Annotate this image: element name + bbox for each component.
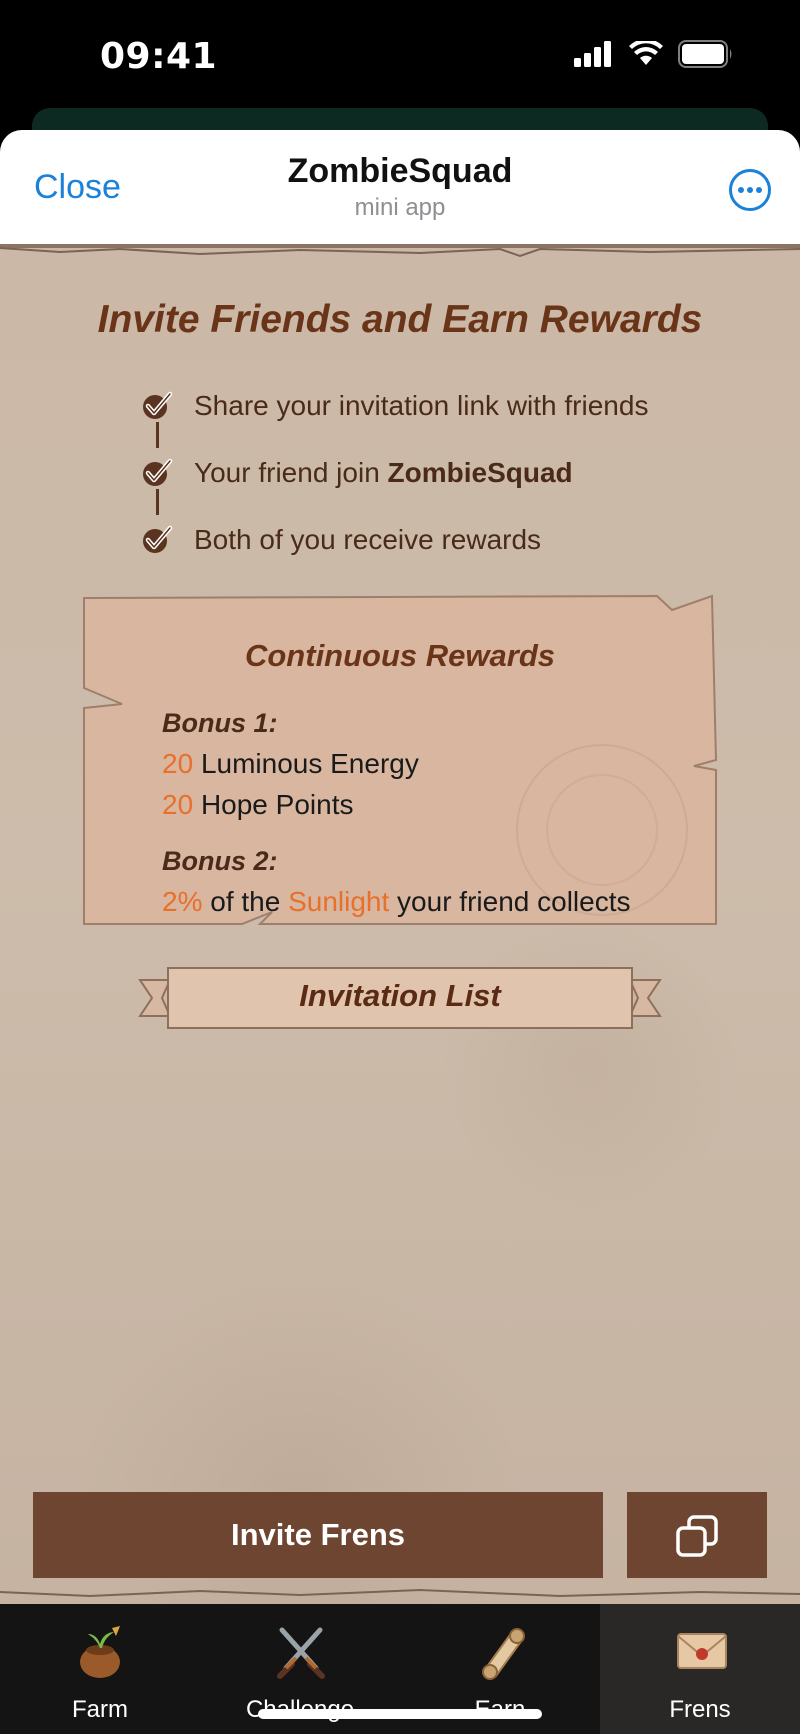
bonus-name: Luminous Energy bbox=[200, 748, 419, 779]
parchment-edge bbox=[0, 1588, 800, 1598]
step-text: Share your invitation link with friends bbox=[194, 390, 649, 421]
step-text-prefix: Your friend join bbox=[194, 457, 388, 488]
bonus1-item: 20 Hope Points bbox=[162, 789, 353, 821]
status-bar: 09:41 bbox=[0, 0, 800, 118]
app-name-bold: ZombieSquad bbox=[387, 457, 573, 488]
status-icons bbox=[574, 40, 734, 68]
crossed-swords-icon bbox=[277, 1627, 325, 1679]
bonus1-label: Bonus 1: bbox=[162, 708, 278, 738]
bonus2-text: 2% of the Sunlight your friend collects bbox=[162, 886, 631, 918]
screen: 09:41 Close ZombieSquad mini app Invite … bbox=[0, 0, 800, 1734]
bonus2-label: Bonus 2: bbox=[162, 846, 278, 876]
step-text: Both of you receive rewards bbox=[194, 524, 542, 555]
step-item: Your friend join ZombieSquad bbox=[140, 441, 740, 508]
bonus2-percent: 2% bbox=[162, 886, 203, 917]
main-content: Invite Friends and Earn Rewards Share yo… bbox=[0, 244, 800, 1604]
step-item: Share your invitation link with friends bbox=[140, 374, 740, 441]
bonus2-text-a: of the bbox=[202, 886, 289, 917]
nav-item-farm[interactable]: Farm bbox=[0, 1604, 200, 1734]
copy-icon bbox=[676, 1515, 718, 1557]
bonus2-text-b: your friend collects bbox=[389, 886, 631, 917]
rewards-title: Continuous Rewards bbox=[244, 638, 555, 673]
status-time: 09:41 bbox=[100, 36, 218, 77]
bonus-amount: 20 bbox=[162, 789, 194, 820]
bonus-amount: 20 bbox=[162, 748, 194, 779]
bonus1-item: 20 Luminous Energy bbox=[162, 748, 419, 780]
scroll-icon bbox=[482, 1628, 525, 1680]
nav-label: Farm bbox=[72, 1696, 128, 1723]
envelope-icon bbox=[677, 1633, 727, 1669]
check-icon bbox=[143, 391, 173, 419]
home-indicator bbox=[258, 1709, 542, 1719]
app-subtitle: mini app bbox=[354, 194, 446, 221]
wifi-icon bbox=[629, 41, 663, 65]
mini-app-header: Close ZombieSquad mini app bbox=[0, 130, 800, 244]
more-icon[interactable] bbox=[728, 168, 772, 212]
copy-link-button[interactable] bbox=[627, 1492, 767, 1578]
invitation-list-title: Invitation List bbox=[299, 978, 501, 1013]
bonus-name: Hope Points bbox=[200, 789, 354, 820]
check-icon bbox=[143, 458, 173, 486]
steps-list: Share your invitation link with friends … bbox=[140, 374, 740, 575]
parchment-edge bbox=[0, 244, 800, 258]
check-icon bbox=[143, 525, 173, 553]
step-item: Both of you receive rewards bbox=[140, 508, 740, 575]
seed-pot-icon bbox=[80, 1626, 120, 1678]
main-heading: Invite Friends and Earn Rewards bbox=[97, 298, 703, 341]
nav-label: Frens bbox=[669, 1696, 731, 1723]
battery-icon bbox=[678, 40, 732, 68]
invite-frens-button[interactable]: Invite Frens bbox=[33, 1492, 603, 1578]
invitation-list-banner: Invitation List bbox=[138, 962, 662, 1034]
bonus2-highlight: Sunlight bbox=[288, 886, 390, 917]
step-text: Your friend join ZombieSquad bbox=[194, 457, 573, 489]
app-title: ZombieSquad bbox=[287, 152, 513, 190]
nav-item-frens[interactable]: Frens bbox=[600, 1604, 800, 1734]
rewards-card: Continuous Rewards Bonus 1: 20 Luminous … bbox=[82, 590, 718, 930]
signal-icon bbox=[574, 41, 611, 67]
